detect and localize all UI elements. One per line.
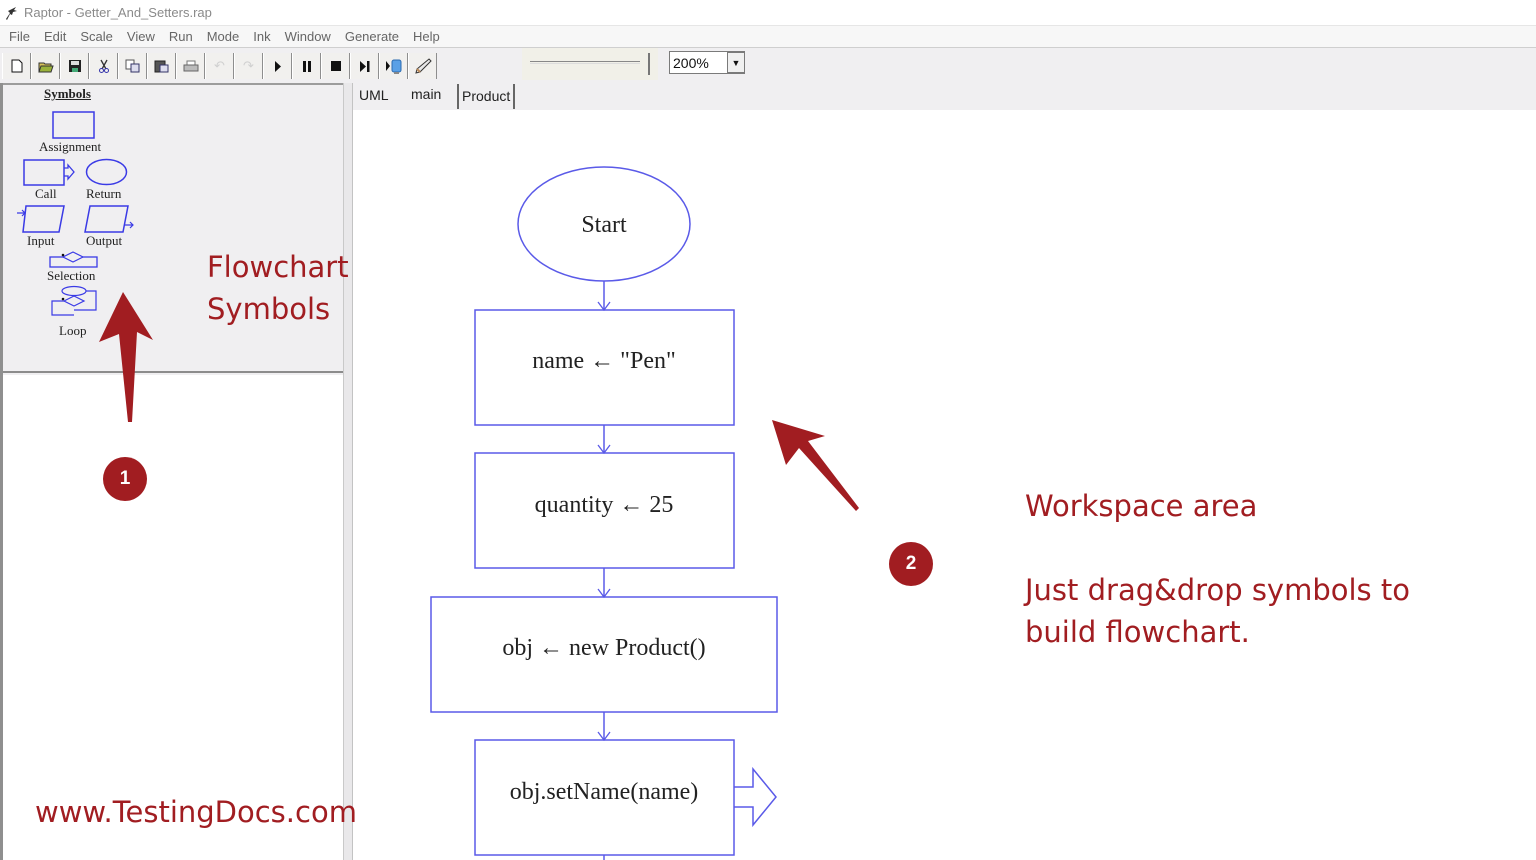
loop-symbol-icon[interactable] — [50, 285, 98, 319]
symbol-label-return: Return — [86, 186, 122, 201]
step-icon — [359, 60, 369, 72]
call-arrow-icon — [734, 766, 777, 828]
connector-arrow — [597, 281, 611, 312]
copy-button[interactable] — [118, 53, 147, 79]
copy-icon — [125, 59, 140, 73]
step-label-quantity: quantity ← 25 — [535, 492, 674, 518]
server-icon — [385, 59, 401, 74]
menu-run[interactable]: Run — [163, 29, 199, 44]
raptor-logo-icon — [6, 6, 17, 20]
window-title: Raptor - Getter_And_Setters.rap — [24, 5, 212, 20]
title-bar: Raptor - Getter_And_Setters.rap — [0, 0, 1536, 25]
paste-icon — [154, 60, 169, 73]
stop-button[interactable] — [321, 53, 350, 79]
selection-symbol-icon[interactable] — [49, 251, 99, 269]
undo-icon: ↶ — [214, 58, 225, 73]
menu-scale[interactable]: Scale — [74, 29, 119, 44]
pause-button[interactable] — [292, 53, 321, 79]
output-symbol-icon[interactable] — [84, 205, 136, 235]
redo-icon: ↷ — [243, 58, 254, 73]
tab-uml[interactable]: UML — [359, 87, 389, 103]
input-symbol-icon[interactable] — [16, 205, 68, 235]
menu-help[interactable]: Help — [407, 29, 446, 44]
menu-ink[interactable]: Ink — [247, 29, 276, 44]
open-button[interactable] — [31, 53, 60, 79]
chevron-down-icon[interactable]: ▼ — [727, 52, 745, 73]
new-file-icon — [11, 59, 22, 73]
tab-bar: UML main Product — [353, 83, 1536, 110]
zoom-select[interactable]: 200% ▼ — [669, 51, 745, 74]
step-button[interactable] — [350, 53, 379, 79]
tab-main[interactable]: main — [411, 86, 441, 102]
undo-button[interactable]: ↶ — [205, 53, 234, 79]
run-button[interactable] — [263, 53, 292, 79]
annotation-workspace-line1: Just drag&drop symbols to — [1025, 573, 1410, 607]
open-folder-icon — [37, 62, 54, 72]
annotation-symbols: Symbols — [207, 292, 331, 326]
connector-arrow — [597, 425, 611, 455]
connector-arrow — [597, 568, 611, 599]
annotation-flowchart: Flowchart — [207, 250, 349, 284]
flowchart: Start name ← "Pen" quantity ← 25 obj ← n… — [430, 166, 859, 860]
symbols-title: Symbols — [44, 86, 91, 101]
menu-view[interactable]: View — [121, 29, 161, 44]
symbol-label-assignment: Assignment — [39, 139, 102, 154]
test-server-button[interactable] — [379, 53, 408, 79]
annotation-arrow-2 — [772, 420, 859, 511]
cut-button[interactable] — [89, 53, 118, 79]
new-button[interactable] — [2, 53, 31, 79]
print-button[interactable] — [176, 53, 205, 79]
scissors-icon — [98, 59, 109, 73]
redo-button[interactable]: ↷ — [234, 53, 263, 79]
step-label-name: name ← "Pen" — [532, 348, 676, 374]
badge-1: 1 — [103, 457, 147, 501]
menu-bar: File Edit Scale View Run Mode Ink Window… — [0, 25, 1536, 47]
symbol-label-call: Call — [35, 186, 57, 201]
menu-window[interactable]: Window — [279, 29, 337, 44]
variables-watch-pane — [3, 375, 343, 860]
save-button[interactable] — [60, 53, 89, 79]
menu-edit[interactable]: Edit — [38, 29, 72, 44]
speed-slider[interactable] — [522, 48, 658, 80]
toolbar: ↶ ↷ — [0, 47, 1536, 83]
pause-icon — [302, 60, 311, 72]
menu-mode[interactable]: Mode — [201, 29, 246, 44]
workspace-canvas[interactable]: Start name ← "Pen" quantity ← 25 obj ← n… — [353, 110, 1536, 860]
start-label: Start — [581, 212, 627, 238]
symbol-label-selection: Selection — [47, 268, 96, 283]
return-symbol-icon[interactable] — [85, 158, 129, 187]
symbol-label-loop: Loop — [59, 323, 87, 338]
panel-splitter[interactable] — [343, 83, 353, 860]
symbol-label-input: Input — [27, 233, 55, 248]
annotation-workspace-line2: build flowchart. — [1025, 615, 1250, 649]
zoom-value: 200% — [673, 55, 709, 71]
connector-arrow — [597, 712, 611, 742]
play-icon — [274, 60, 281, 72]
assignment-symbol-icon[interactable] — [52, 111, 96, 140]
slider-track — [530, 61, 640, 64]
call-symbol-icon[interactable] — [23, 159, 77, 187]
menu-file[interactable]: File — [3, 29, 36, 44]
badge-2: 2 — [889, 542, 933, 586]
symbol-label-output: Output — [86, 233, 123, 248]
slider-thumb[interactable] — [642, 53, 650, 75]
annotation-workspace-title: Workspace area — [1025, 489, 1258, 523]
pen-icon — [414, 58, 432, 74]
pen-button[interactable] — [408, 53, 437, 79]
save-icon — [68, 60, 81, 72]
paste-button[interactable] — [147, 53, 176, 79]
annotation-arrow-1 — [99, 292, 153, 422]
menu-generate[interactable]: Generate — [339, 29, 405, 44]
stop-icon — [330, 61, 341, 71]
tab-product[interactable]: Product — [457, 84, 516, 109]
printer-icon — [183, 60, 198, 71]
step-label-setname: obj.setName(name) — [510, 779, 699, 805]
watermark: www.TestingDocs.com — [35, 795, 357, 829]
step-label-obj: obj ← new Product() — [502, 635, 705, 661]
